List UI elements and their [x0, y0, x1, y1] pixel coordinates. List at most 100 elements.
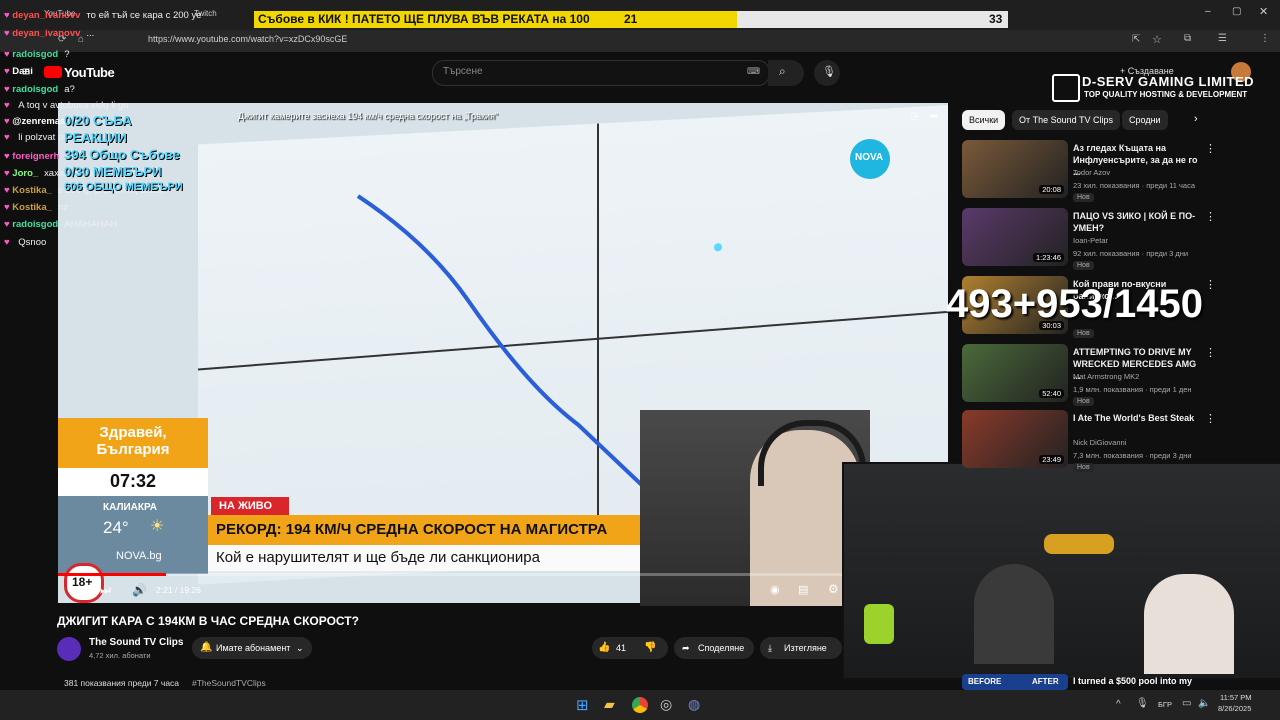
speaker-icon[interactable]: 🔈: [1198, 698, 1210, 709]
rec-new-badge: Нов: [1073, 261, 1094, 270]
video-time: 2:21 / 19:26: [156, 585, 201, 595]
chat-username: foreignerh: [12, 151, 60, 162]
watch-later-icon[interactable]: ◷: [910, 111, 919, 122]
rec-title[interactable]: ПАЦО VS ЗИКО | КОЙ Е ПО-УМЕН?: [1073, 210, 1201, 234]
menu-dots-icon[interactable]: ⋮: [1260, 33, 1270, 44]
bottom-rec-title[interactable]: I turned a $500 pool into my: [1073, 676, 1192, 686]
rec-channel[interactable]: Todor Azov: [1073, 168, 1110, 177]
chat-username: radoisgod: [12, 219, 59, 230]
rec-meta: 7,3 млн. показвания · преди 3 дни: [1073, 451, 1192, 460]
chevron-right-icon[interactable]: ›: [1194, 113, 1198, 125]
rec-more-icon[interactable]: ⋮: [1205, 142, 1216, 155]
play-icon[interactable]: ▶: [72, 583, 81, 597]
file-explorer-icon[interactable]: ▰: [604, 696, 615, 713]
poll-left-count: 21: [624, 12, 638, 26]
before-after-thumb[interactable]: BEFORE AFTER: [962, 674, 1068, 690]
chat-text: a?: [64, 84, 75, 95]
channel-name[interactable]: The Sound TV Clips: [89, 637, 183, 648]
view-stats: 381 показвания преди 7 часа: [64, 678, 180, 688]
bell-icon: 🔔: [200, 642, 213, 653]
rec-thumbnail[interactable]: 23:49: [962, 410, 1068, 468]
next-icon[interactable]: ⏭: [100, 583, 111, 598]
bookmark-star-icon[interactable]: ☆: [1152, 33, 1162, 46]
chat-badge-icon: ♥: [4, 237, 13, 248]
clock-time: 07:32: [110, 471, 157, 491]
windows-start-icon[interactable]: ⊞: [576, 696, 589, 714]
rec-more-icon[interactable]: ⋮: [1205, 210, 1216, 223]
rec-more-icon[interactable]: ⋮: [1205, 412, 1216, 425]
tray-mic-icon[interactable]: 🎙: [1136, 698, 1149, 709]
like-icon[interactable]: 👍: [598, 637, 610, 659]
poll-title: Събове в КИК ! ПАТЕТО ЩЕ ПЛУВА ВЪВ РЕКАТ…: [258, 12, 590, 26]
subscribed-label: Имате абонамент: [216, 643, 291, 653]
obs-icon[interactable]: ◎: [660, 696, 672, 713]
windows-taskbar: ⊞ ▰ ◎ ◍ ^ 🎙 БГР ▭ 🔈 11:57 PM 8/26/2025: [0, 690, 1280, 720]
news-headline: РЕКОРД: 194 КМ/Ч СРЕДНА СКОРОСТ НА МАГИС…: [216, 521, 608, 538]
weather-temp: 24°: [103, 518, 129, 537]
rec-thumbnail[interactable]: 1:23:46: [962, 208, 1068, 266]
chrome-icon[interactable]: [632, 697, 648, 713]
network-icon[interactable]: ▭: [1182, 698, 1191, 709]
chat-username: deyan_ivanovv: [12, 28, 81, 39]
download-button[interactable]: ⤓ Изтегляне: [760, 637, 842, 659]
discord-icon[interactable]: ◍: [688, 696, 700, 713]
rec-thumbnail[interactable]: 20:08: [962, 140, 1068, 198]
share-page-icon[interactable]: ⇱: [1132, 34, 1140, 45]
share-button[interactable]: ➦ Споделяне: [674, 637, 754, 659]
person-1: [974, 564, 1054, 664]
goal-counter-line: РЕАКЦИИ: [64, 130, 127, 145]
close-icon[interactable]: ✕: [1259, 5, 1268, 18]
search-button[interactable]: ⌕: [768, 60, 804, 86]
subtitles-icon[interactable]: ▤: [798, 583, 808, 596]
download-icon: ⤓: [768, 643, 772, 653]
rec-duration: 1:23:46: [1032, 253, 1064, 262]
chip-related[interactable]: Сродни: [1122, 110, 1168, 130]
tab-search-icon[interactable]: ☰: [1218, 33, 1227, 44]
maximize-icon[interactable]: ▢: [1232, 6, 1241, 17]
rec-channel[interactable]: Nick DiGiovanni: [1073, 438, 1126, 447]
chat-message: ♥ deyan_ivanovv...: [4, 28, 94, 39]
video-overlay-title: Джигит камерите заснеха 194 км/ч средна …: [238, 111, 498, 121]
rec-more-icon[interactable]: ⋮: [1205, 346, 1216, 359]
youtube-logo-icon[interactable]: [44, 66, 62, 78]
rec-meta: 1,9 млн. показвания · преди 1 ден: [1073, 385, 1192, 394]
rec-more-icon[interactable]: ⋮: [1205, 278, 1216, 291]
chip-all[interactable]: Всички: [962, 110, 1006, 130]
rec-title[interactable]: I Ate The World's Best Steak: [1073, 412, 1201, 424]
green-bottle: [864, 604, 894, 644]
settings-gear-icon[interactable]: ⚙: [828, 582, 839, 596]
clock-date-tray[interactable]: 8/26/2025: [1218, 704, 1251, 713]
keyboard-icon[interactable]: ⌨: [747, 66, 760, 77]
chip-from-channel[interactable]: От The Sound TV Clips: [1012, 110, 1120, 130]
extensions-icon[interactable]: ⧉: [1184, 33, 1191, 44]
hashtag-link[interactable]: #TheSoundTVClips: [192, 678, 266, 688]
url-text[interactable]: https://www.youtube.com/watch?v=xzDCx90s…: [148, 34, 347, 44]
minimize-icon[interactable]: –: [1205, 6, 1211, 17]
channel-avatar[interactable]: [57, 637, 81, 661]
like-dislike-group: 👍 41 👎: [592, 637, 668, 659]
chat-username: Dani: [12, 66, 33, 77]
dislike-icon[interactable]: 👎: [644, 637, 656, 659]
rec-thumbnail[interactable]: 52:40: [962, 344, 1068, 402]
site-url: NOVA.bg: [116, 550, 162, 562]
chat-message: ♥ Dani: [4, 66, 39, 77]
chat-text: ...: [86, 28, 95, 39]
voice-search-button[interactable]: 🎙: [814, 60, 840, 86]
rec-duration: 52:40: [1039, 389, 1064, 398]
volume-icon[interactable]: 🔊: [132, 583, 147, 597]
keyboard-language[interactable]: БГР: [1158, 700, 1172, 709]
clock-time-tray[interactable]: 11:57 PM: [1220, 693, 1252, 702]
youtube-logo-text[interactable]: YouTube: [64, 65, 115, 80]
chat-text: A toq v avtobusa vidq li go: [18, 100, 129, 111]
room-webcam: [842, 462, 1280, 680]
subscribed-button[interactable]: 🔔 Имате абонамент ⌄: [192, 637, 312, 659]
show-name: Здравей, България: [96, 424, 170, 458]
chat-text: AHAHAHAH: [64, 219, 117, 230]
chat-message: ♥ radoisgod a?: [4, 84, 75, 95]
autoplay-toggle-icon[interactable]: ◉: [770, 583, 780, 596]
rec-channel[interactable]: Mat Armstrong MK2: [1073, 372, 1139, 381]
rec-channel[interactable]: Ioan-Petar: [1073, 236, 1108, 245]
search-input[interactable]: Търсене ⌨: [432, 60, 770, 86]
share-arrow-icon[interactable]: ➦: [930, 111, 938, 122]
tray-chevron-icon[interactable]: ^: [1116, 699, 1121, 710]
